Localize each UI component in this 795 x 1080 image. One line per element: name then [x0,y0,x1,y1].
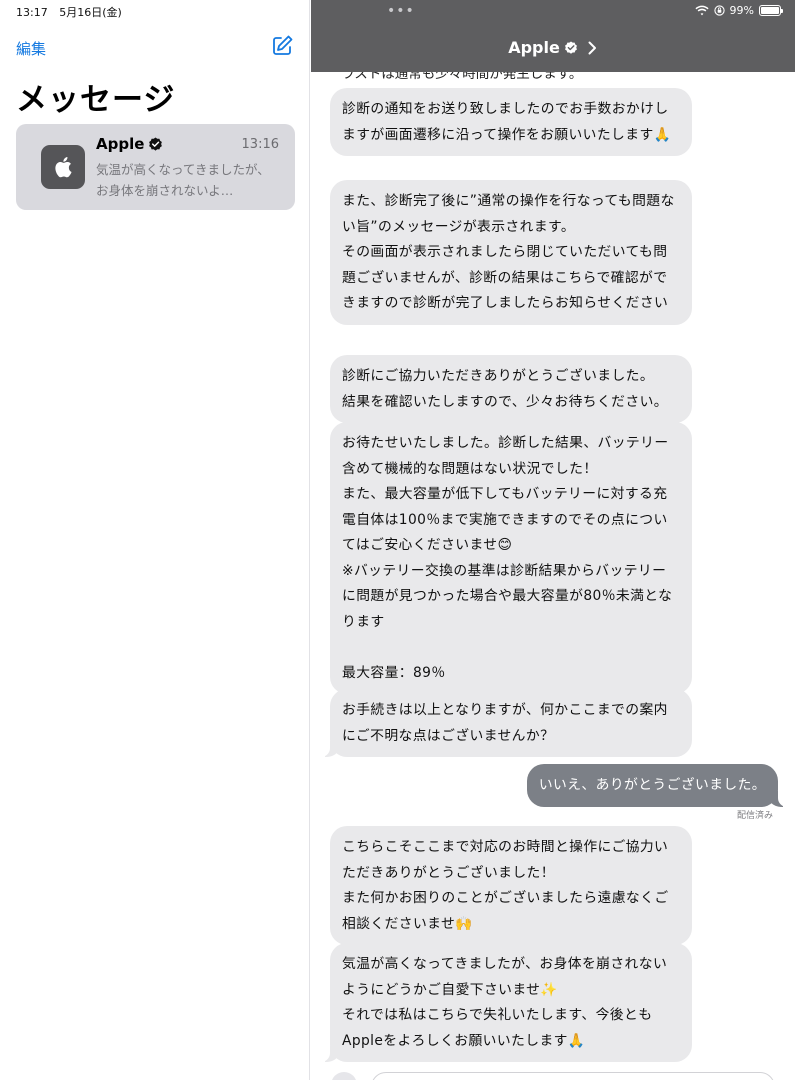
compose-bar [331,1072,776,1080]
message-bubble-incoming[interactable]: 診断にご協力いただきありがとうございました。 結果を確認いたしますので、少々お待… [330,355,692,423]
conversation-list-pane: 13:17 5月16日(金) 編集 メッセージ Apple 13:16 気温が高… [0,0,310,1080]
message-text: 診断にご協力いただきありがとうございました。 結果を確認いたしますので、少々お待… [342,368,668,410]
avatar [41,145,85,189]
camera-button[interactable] [331,1072,357,1080]
verified-badge-icon [564,40,577,54]
message-bubble-incoming[interactable]: こちらこそここまで対応のお時間と操作にご協力いただきありがとうございました！ ま… [330,826,692,945]
apple-logo-icon [55,157,72,178]
message-bubble-incoming[interactable]: お手続きは以上となりますが、何かここまでの案内にご不明な点はございませんか？ [321,689,692,757]
chat-pane: ••• 99% Apple ラストは通常も少々時間が発生します。 診断の通知をお… [311,0,795,1080]
multitasking-dots-icon[interactable]: ••• [387,3,415,19]
battery-icon [759,5,783,16]
chevron-right-icon [588,41,596,54]
wifi-icon [694,5,709,16]
message-bubble-incoming[interactable]: また、診断完了後に”通常の操作を行なっても問題ない旨”のメッセージが表示されます… [330,180,692,325]
battery-percentage: 99% [729,4,754,17]
conversation-preview: 気温が高くなってきましたが、お身体を崩されないよ… [96,162,270,198]
message-bubble-incoming[interactable]: 気温が高くなってきましたが、お身体を崩されないようにどうかご自愛下さいませ✨ そ… [321,943,692,1062]
compose-icon[interactable] [270,34,294,58]
message-input[interactable] [371,1072,775,1080]
message-bubble-outgoing[interactable]: いいえ、ありがとうございました。 [526,764,788,807]
delivered-status: 配信済み [736,811,773,821]
message-text: また、診断完了後に”通常の操作を行なっても問題ない旨”のメッセージが表示されます… [342,193,675,311]
status-bar-left: 13:17 5月16日(金) [16,4,122,20]
page-title: メッセージ [16,82,176,118]
message-text: 気温が高くなってきましたが、お身体を崩されないようにどうかご自愛下さいませ✨ そ… [342,956,668,1049]
message-text: 診断の通知をお送り致しましたのでお手数おかけしますが画面遷移に沿って操作をお願い… [342,101,672,143]
chat-header: ••• 99% Apple [311,0,795,72]
message-bubble-incoming[interactable]: 診断の通知をお送り致しましたのでお手数おかけしますが画面遷移に沿って操作をお願い… [330,88,692,156]
message-text: いいえ、ありがとうございました。 [538,777,766,793]
message-text: お待たせいたしました。診断した結果、バッテリー含めて機械的な問題はない状況でした… [342,435,673,681]
message-list[interactable]: ラストは通常も少々時間が発生します。 診断の通知をお送り致しましたのでお手数おか… [311,66,795,1080]
orientation-lock-icon [713,5,725,16]
message-text: お手続きは以上となりますが、何かここまでの案内にご不明な点はございませんか？ [342,702,668,744]
contact-header-button[interactable]: Apple [311,38,795,57]
verified-badge-icon [149,136,163,151]
conversation-item-apple[interactable]: Apple 13:16 気温が高くなってきましたが、お身体を崩されないよ… [16,124,295,210]
conversation-time: 13:16 [241,137,279,152]
status-time: 13:17 [16,6,48,19]
status-bar-right: 99% [694,4,783,17]
contact-name: Apple [508,38,560,57]
message-text: こちらこそここまで対応のお時間と操作にご協力いただきありがとうございました！ ま… [342,839,669,932]
edit-button[interactable]: 編集 [16,38,46,59]
message-bubble-incoming[interactable]: お待たせいたしました。診断した結果、バッテリー含めて機械的な問題はない状況でした… [330,422,692,694]
status-date: 5月16日(金) [59,6,122,19]
conversation-name: Apple [96,135,163,153]
